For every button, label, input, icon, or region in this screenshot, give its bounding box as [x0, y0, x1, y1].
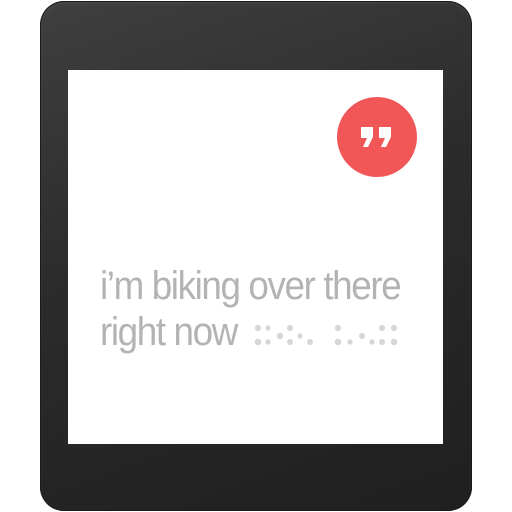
watch-screen: i’m biking over there right now — [68, 70, 443, 444]
quote-icon — [361, 127, 391, 147]
reply-quote-button[interactable] — [337, 97, 417, 177]
voice-dots-icon — [254, 324, 398, 346]
transcript-line-1: i’m biking over there — [100, 264, 402, 308]
